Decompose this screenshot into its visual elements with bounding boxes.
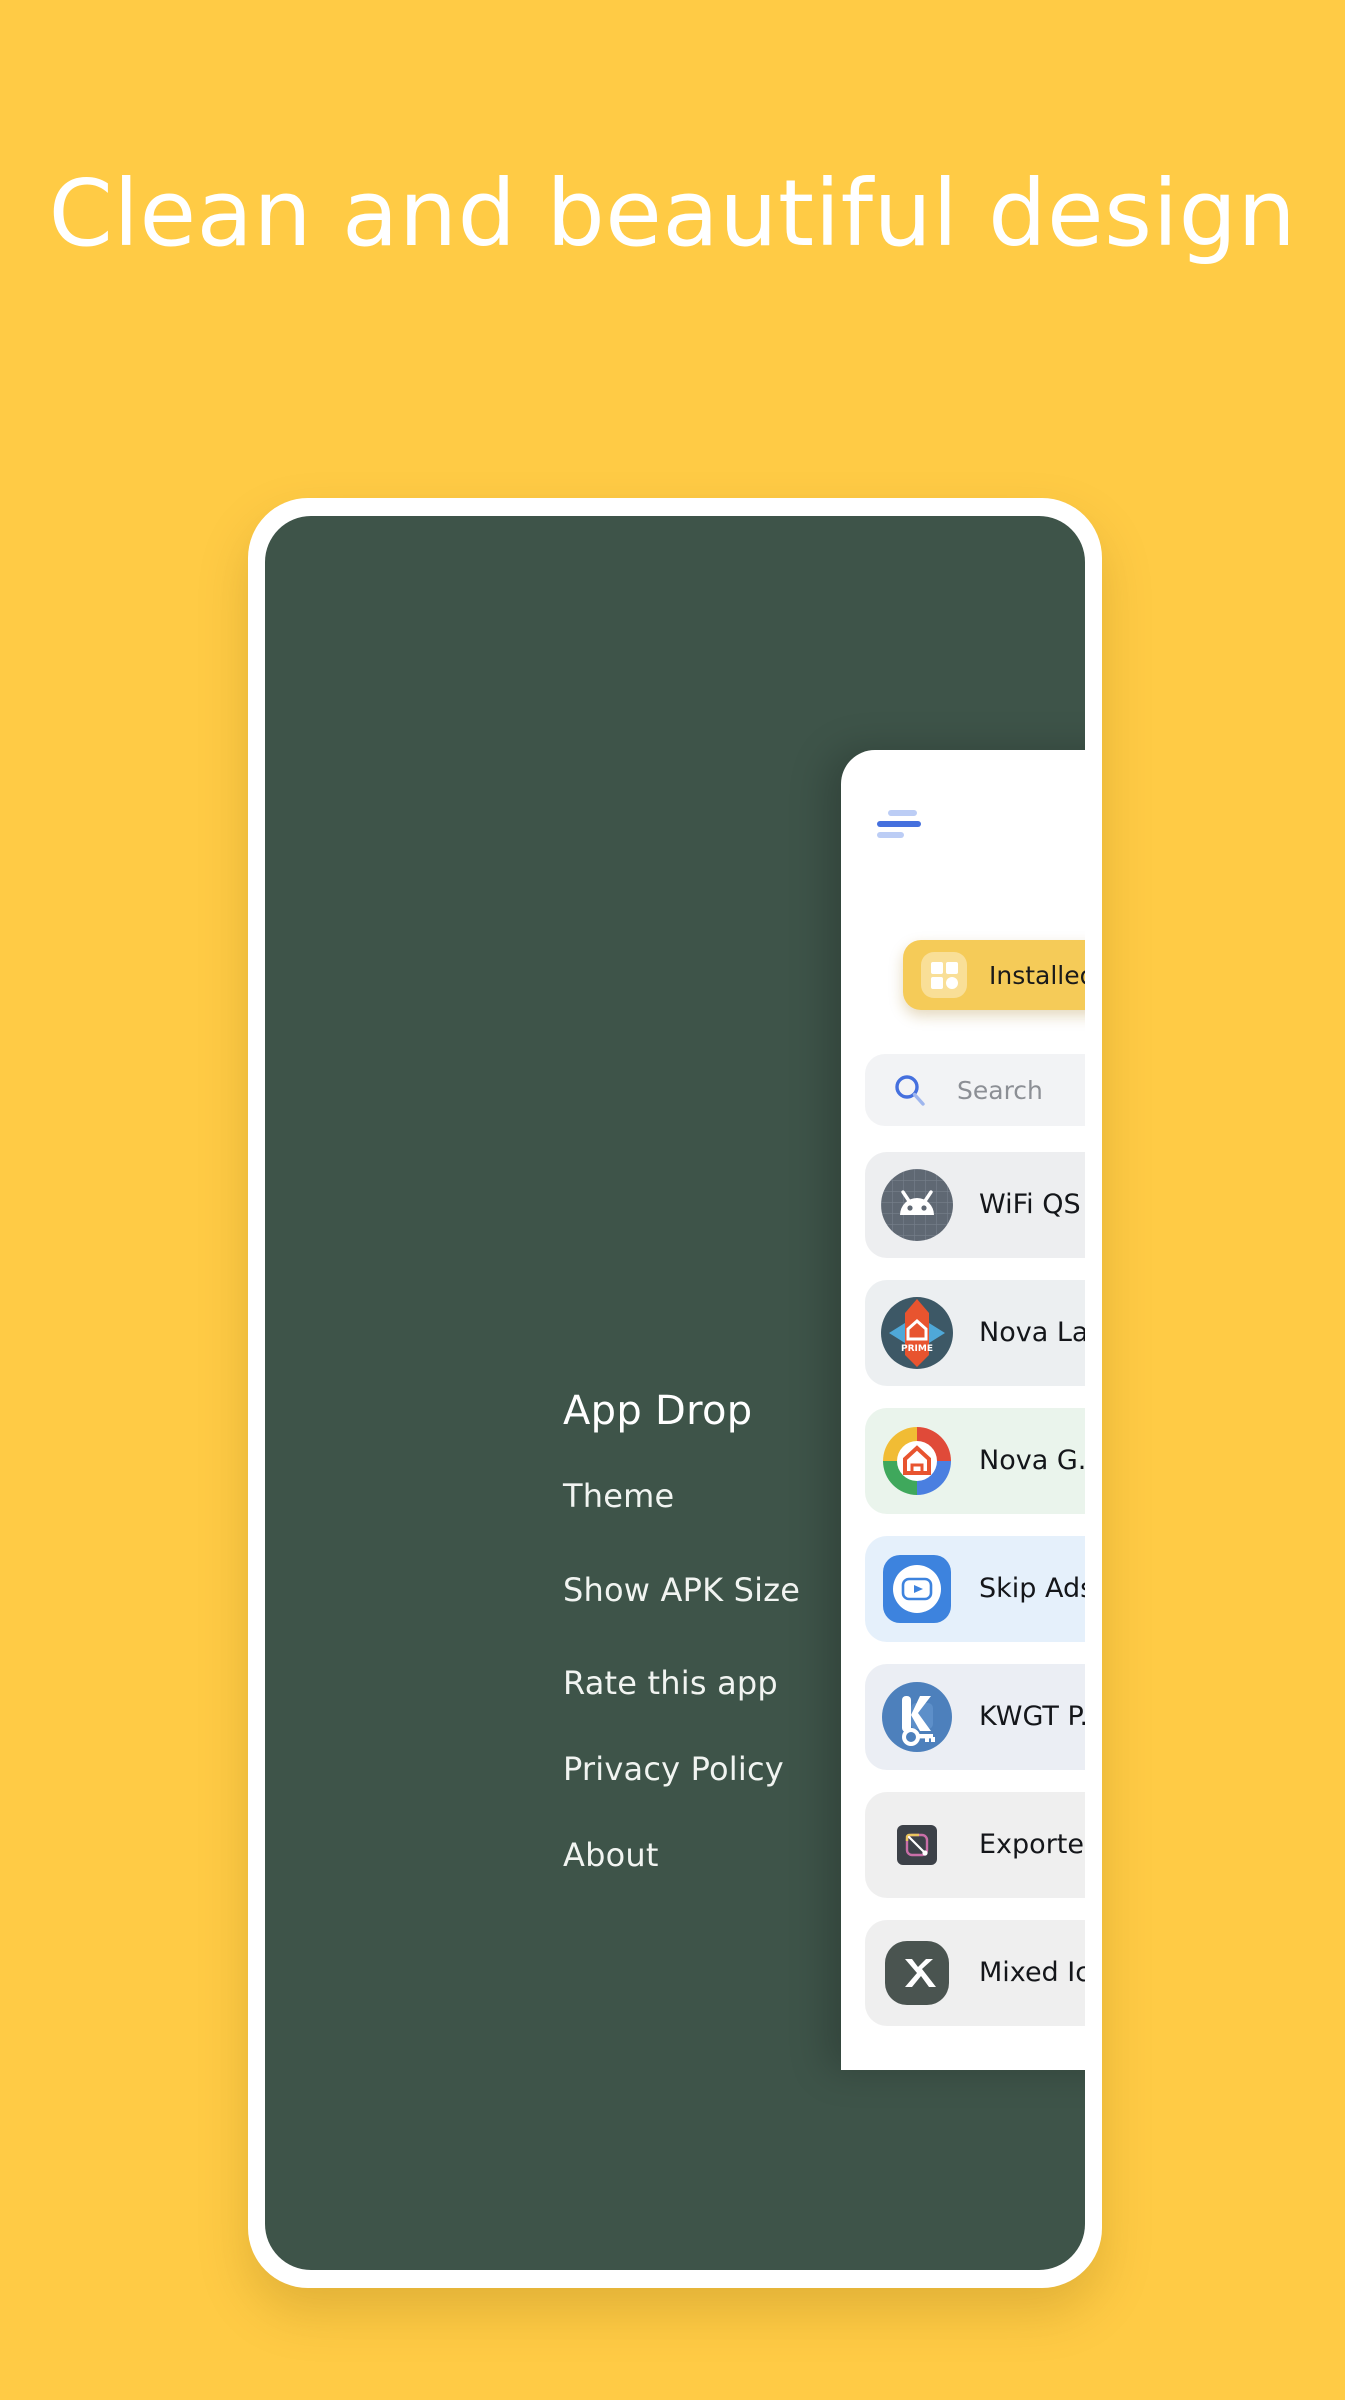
kwgt-icon: [881, 1681, 953, 1753]
list-item[interactable]: PRIME Nova La... 72.52 kB: [865, 1280, 1085, 1386]
nova-google-icon: [881, 1425, 953, 1497]
hamburger-icon[interactable]: [877, 810, 933, 840]
drawer-app-title: App Drop: [563, 1388, 753, 1434]
search-icon: [893, 1073, 927, 1107]
search-placeholder: Search: [957, 1075, 1043, 1105]
app-list-panel: Installed Search WiFi QS PRIME Nova La N…: [841, 750, 1085, 2070]
hamburger-line-bottom: [877, 832, 904, 838]
svg-text:PRIME: PRIME: [901, 1344, 933, 1354]
nova-prime-icon: PRIME: [881, 1297, 953, 1369]
list-item[interactable]: KWGT P... 1.87 MB: [865, 1664, 1085, 1770]
filter-chip-label: Installed: [989, 960, 1085, 990]
grid-icon: [921, 952, 967, 998]
search-input[interactable]: Search: [865, 1054, 1085, 1126]
app-name: WiFi QS: [979, 1189, 1081, 1220]
app-name: Skip Ads: [979, 1573, 1085, 1604]
page-title: Clean and beautiful design: [48, 160, 1297, 267]
skip-ads-icon: [881, 1553, 953, 1625]
app-name: Nova G...: [979, 1445, 1085, 1476]
phone-screen: App Drop Theme AUTO Show APK Size Rate t…: [265, 516, 1085, 2270]
app-list[interactable]: WiFi QS 15.85 kB PRIME: [865, 1152, 1085, 2048]
list-item[interactable]: Skip Ads 1.81 MB: [865, 1536, 1085, 1642]
app-name: Exporte...: [979, 1829, 1085, 1860]
android-robot-icon: [881, 1169, 953, 1241]
app-name: KWGT P...: [979, 1701, 1085, 1732]
mixed-icons-icon: [881, 1937, 953, 2009]
app-name: Mixed Ic: [979, 1957, 1085, 1988]
list-item[interactable]: Mixed Ic: [865, 1920, 1085, 2026]
hamburger-line-middle: [877, 821, 921, 827]
filter-chip-installed[interactable]: Installed: [903, 940, 1085, 1010]
exporter-icon: [881, 1809, 953, 1881]
list-item[interactable]: Nova G... 369 kB: [865, 1408, 1085, 1514]
app-name: Nova La...: [979, 1317, 1085, 1348]
phone-frame: App Drop Theme AUTO Show APK Size Rate t…: [248, 498, 1102, 2288]
list-item[interactable]: Exporte... 2.31 MB: [865, 1792, 1085, 1898]
hamburger-line-top: [888, 810, 917, 816]
list-item[interactable]: WiFi QS 15.85 kB: [865, 1152, 1085, 1258]
